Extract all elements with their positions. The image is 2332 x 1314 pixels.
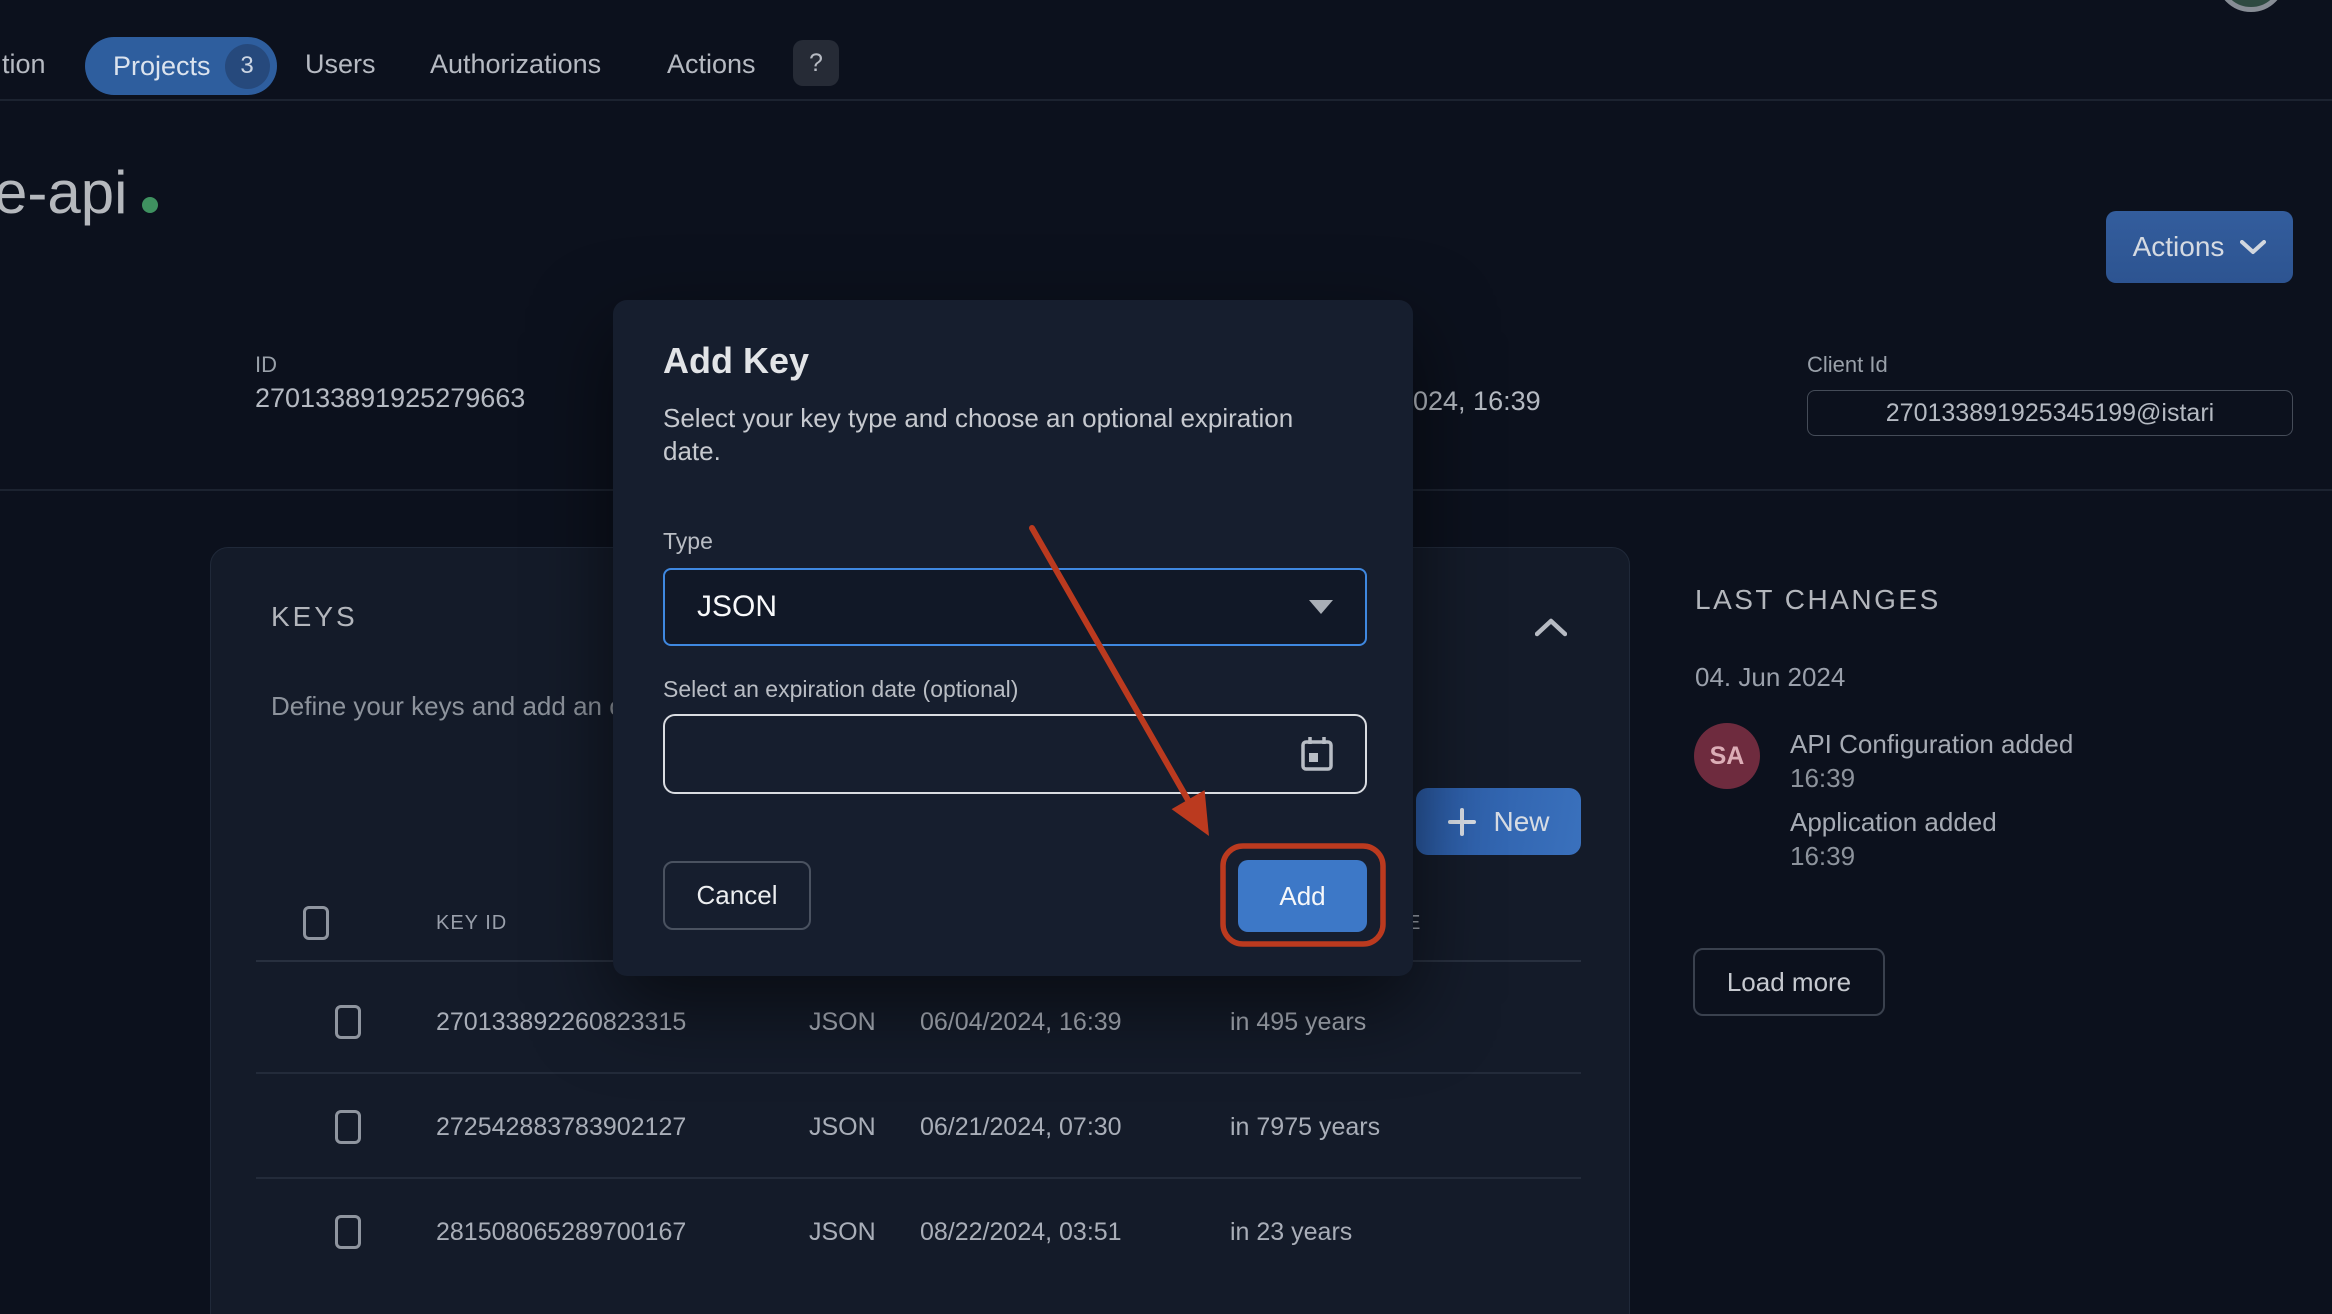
- nav-tab-authorizations[interactable]: Authorizations: [430, 49, 601, 80]
- add-button[interactable]: Add: [1238, 860, 1367, 932]
- row-checkbox[interactable]: [335, 1005, 361, 1039]
- change-event-time: 16:39: [1790, 841, 1855, 872]
- load-more-label: Load more: [1727, 967, 1851, 998]
- page-title: e-api: [0, 158, 127, 227]
- created-date-fragment: 024, 16:39: [1413, 386, 1541, 417]
- nav-tab-projects[interactable]: Projects 3: [85, 37, 277, 95]
- keys-panel-title: KEYS: [271, 601, 358, 633]
- app-root: tion Projects 3 Users Authorizations Act…: [0, 0, 2332, 1314]
- plus-icon: [1447, 807, 1477, 837]
- nav-tab-users[interactable]: Users: [305, 49, 376, 80]
- cell-expires: in 495 years: [1230, 1008, 1366, 1037]
- expiration-date-input[interactable]: [663, 714, 1367, 794]
- user-avatar[interactable]: [2216, 0, 2286, 12]
- id-value: 270133891925279663: [255, 383, 525, 414]
- cancel-label: Cancel: [697, 880, 778, 911]
- expiration-field-label: Select an expiration date (optional): [663, 676, 1018, 703]
- cell-expires: in 23 years: [1230, 1218, 1352, 1247]
- modal-title: Add Key: [663, 340, 809, 382]
- cell-key-id: 281508065289700167: [436, 1218, 686, 1247]
- key-type-value: JSON: [697, 590, 777, 624]
- column-header-key-id: KEY ID: [436, 912, 507, 935]
- modal-description: Select your key type and choose an optio…: [663, 402, 1353, 469]
- cell-date: 06/04/2024, 16:39: [920, 1008, 1122, 1037]
- last-changes-title: LAST CHANGES: [1695, 584, 1941, 616]
- avatar-initials: SA: [1710, 742, 1745, 771]
- select-all-checkbox[interactable]: [303, 906, 329, 940]
- change-event-label: API Configuration added: [1790, 729, 2073, 760]
- load-more-button[interactable]: Load more: [1693, 948, 1885, 1016]
- row-divider: [256, 1177, 1581, 1179]
- status-dot-icon: [142, 197, 158, 213]
- cell-key-id: 270133892260823315: [436, 1008, 686, 1037]
- chevron-down-icon: [2240, 240, 2266, 255]
- add-key-modal: Add Key Select your key type and choose …: [613, 300, 1413, 976]
- cell-expires: in 7975 years: [1230, 1113, 1380, 1142]
- row-checkbox[interactable]: [335, 1110, 361, 1144]
- cell-date: 06/21/2024, 07:30: [920, 1113, 1122, 1142]
- add-label: Add: [1279, 881, 1325, 912]
- change-event-time: 16:39: [1790, 763, 1855, 794]
- client-id-field[interactable]: 270133891925345199@istari: [1807, 390, 2293, 436]
- cell-key-id: 272542883783902127: [436, 1113, 686, 1142]
- nav-projects-label: Projects: [113, 51, 211, 82]
- nav-item-cut-fragment[interactable]: tion: [2, 49, 46, 80]
- page-actions-label: Actions: [2133, 231, 2225, 263]
- select-caret-icon: [1309, 600, 1333, 614]
- calendar-icon[interactable]: [1299, 735, 1335, 773]
- cell-type: JSON: [809, 1008, 876, 1037]
- row-checkbox[interactable]: [335, 1215, 361, 1249]
- cell-type: JSON: [809, 1218, 876, 1247]
- client-id-value: 270133891925345199@istari: [1886, 399, 2214, 428]
- collapse-chevron-up-icon[interactable]: [1535, 618, 1567, 637]
- page-actions-button[interactable]: Actions: [2106, 211, 2293, 283]
- cancel-button[interactable]: Cancel: [663, 861, 811, 930]
- type-field-label: Type: [663, 528, 713, 555]
- last-changes-date: 04. Jun 2024: [1695, 662, 1845, 693]
- new-key-button[interactable]: New: [1416, 788, 1581, 855]
- cell-type: JSON: [809, 1113, 876, 1142]
- keys-panel-subtitle: Define your keys and add an o: [271, 691, 624, 722]
- avatar: SA: [1694, 723, 1760, 789]
- projects-count-badge: 3: [225, 44, 270, 89]
- nav-tab-actions[interactable]: Actions: [667, 49, 756, 80]
- cell-date: 08/22/2024, 03:51: [920, 1218, 1122, 1247]
- row-divider: [256, 1072, 1581, 1074]
- key-type-select[interactable]: JSON: [663, 568, 1367, 646]
- help-button[interactable]: ?: [793, 40, 839, 86]
- client-id-label: Client Id: [1807, 352, 1888, 378]
- nav-divider: [0, 99, 2332, 101]
- change-event-label: Application added: [1790, 807, 1997, 838]
- id-label: ID: [255, 352, 277, 378]
- new-key-label: New: [1493, 806, 1549, 838]
